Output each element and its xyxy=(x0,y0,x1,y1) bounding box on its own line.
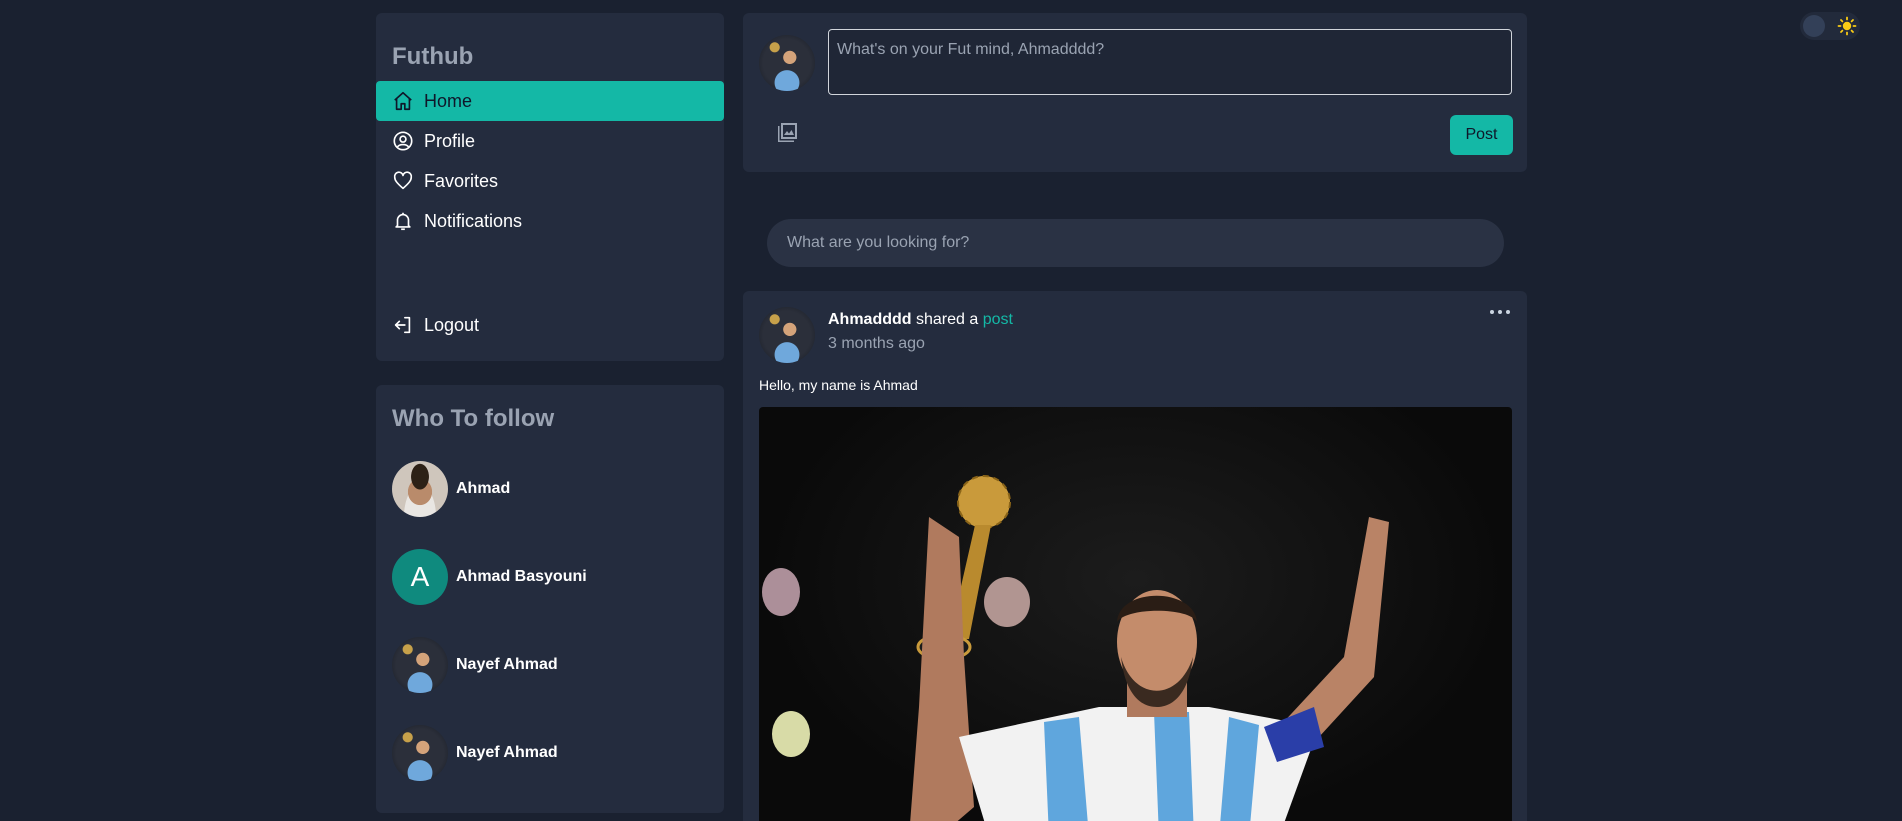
post-image xyxy=(759,407,1512,821)
sun-icon xyxy=(1837,16,1857,36)
bell-icon xyxy=(395,212,411,231)
heart-icon xyxy=(393,171,413,190)
avatar xyxy=(392,725,448,781)
post-link[interactable]: post xyxy=(983,311,1013,328)
post-author[interactable]: Ahmadddd xyxy=(828,311,912,328)
logout-icon xyxy=(394,316,411,334)
home-icon xyxy=(394,91,412,111)
logout-label: Logout xyxy=(424,314,480,335)
follow-user[interactable]: A Ahmad Basyouni xyxy=(392,549,587,605)
follow-user-name: Nayef Ahmad xyxy=(456,656,558,673)
nav-item-notifications[interactable]: Notifications xyxy=(376,201,724,241)
nav-item-home[interactable]: Home xyxy=(376,81,724,121)
search-input[interactable]: What are you looking for? xyxy=(767,219,1504,267)
nav-item-profile[interactable]: Profile xyxy=(376,121,724,161)
avatar xyxy=(392,461,448,517)
nav-item-label: Notifications xyxy=(424,210,523,231)
more-horizontal-icon[interactable] xyxy=(1488,307,1512,323)
follow-user[interactable]: Nayef Ahmad xyxy=(392,637,558,693)
sidebar-nav: Futhub Home Profile Favorites Notificati… xyxy=(376,13,724,361)
follow-user[interactable]: Ahmad xyxy=(392,461,510,517)
who-to-follow-title: Who To follow xyxy=(392,405,555,432)
post-timestamp: 3 months ago xyxy=(828,335,925,352)
avatar xyxy=(392,637,448,693)
theme-toggle[interactable] xyxy=(1800,12,1860,40)
post-composer: What's on your Fut mind, Ahmadddd? Post xyxy=(743,13,1527,172)
post-action: shared a xyxy=(916,311,979,328)
nav-item-label: Favorites xyxy=(424,170,499,191)
brand-logo[interactable]: Futhub xyxy=(392,43,473,71)
nav-item-label: Profile xyxy=(424,130,476,151)
image-icon[interactable] xyxy=(776,120,800,144)
feed-post: Ahmadddd shared a post 3 months ago Hell… xyxy=(743,291,1527,821)
post-input[interactable]: What's on your Fut mind, Ahmadddd? xyxy=(828,29,1512,95)
post-header: Ahmadddd shared a post xyxy=(828,311,1013,329)
follow-user-name: Ahmad Basyouni xyxy=(456,568,587,585)
nav-item-label: Home xyxy=(424,90,473,111)
logout-button[interactable]: Logout xyxy=(376,305,724,345)
nav-item-favorites[interactable]: Favorites xyxy=(376,161,724,201)
toggle-knob xyxy=(1803,15,1825,37)
post-image-illustration xyxy=(762,475,1389,821)
user-circle-icon xyxy=(393,131,413,151)
follow-user-name: Ahmad xyxy=(456,480,511,497)
follow-user[interactable]: Nayef Ahmad xyxy=(392,725,558,781)
who-to-follow-panel: Who To follow Ahmad A Ahmad Basyouni Nay… xyxy=(376,385,724,813)
avatar xyxy=(759,35,815,91)
avatar[interactable] xyxy=(759,307,815,363)
post-caption: Hello, my name is Ahmad xyxy=(759,377,918,393)
follow-user-name: Nayef Ahmad xyxy=(456,744,558,761)
post-button[interactable]: Post xyxy=(1450,115,1513,155)
avatar: A xyxy=(392,549,448,605)
